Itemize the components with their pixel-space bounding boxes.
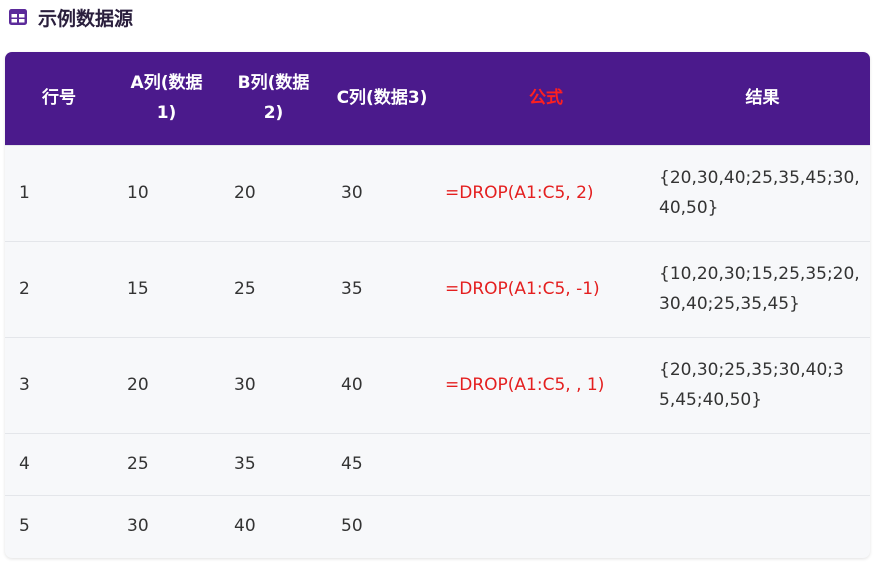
cell-c: 40: [341, 375, 363, 395]
header-column-a: A列(数据1): [130, 73, 203, 124]
cell-b: 30: [234, 375, 256, 395]
cell-formula: =DROP(A1:C5, , 1): [445, 375, 605, 395]
cell-c: 50: [341, 516, 363, 537]
data-table-card: 行号 A列(数据1) B列(数据2) C列(数据3) 公式 结果 1 10 20…: [5, 52, 870, 558]
header-column-c: C列(数据3): [336, 88, 428, 109]
cell-b: 35: [234, 454, 256, 474]
table-header-row: 行号 A列(数据1) B列(数据2) C列(数据3) 公式 结果: [5, 52, 870, 145]
cell-row-number: 5: [19, 516, 30, 537]
cell-row-number: 1: [19, 183, 30, 203]
cell-c: 35: [341, 279, 363, 299]
cell-formula: [437, 433, 655, 495]
data-table: 行号 A列(数据1) B列(数据2) C列(数据3) 公式 结果 1 10 20…: [5, 52, 870, 557]
header-column-b: B列(数据2): [237, 73, 310, 124]
cell-row-number: 3: [19, 375, 30, 395]
table-row: 3 20 30 40 =DROP(A1:C5, , 1) {20,30;25,3…: [5, 337, 870, 433]
cell-b: 25: [234, 279, 256, 299]
cell-a: 20: [127, 375, 149, 395]
cell-b: 20: [234, 183, 256, 203]
cell-formula: =DROP(A1:C5, -1): [445, 279, 600, 299]
cell-row-number: 2: [19, 279, 30, 299]
cell-result: {20,30,40;25,35,45;30,40,50}: [659, 168, 860, 218]
cell-c: 45: [341, 454, 363, 474]
section-title: 示例数据源: [38, 7, 134, 30]
header-formula: 公式: [529, 88, 563, 109]
cell-formula: =DROP(A1:C5, 2): [445, 183, 594, 203]
cell-a: 25: [127, 454, 149, 474]
page: 示例数据源 行号 A列(数据1) B列(数据2) C列(数据3) 公式 结果 1…: [0, 0, 873, 564]
cell-result: {10,20,30;15,25,35;20,30,40;25,35,45}: [659, 264, 860, 314]
cell-a: 10: [127, 183, 149, 203]
section-header: 示例数据源: [8, 2, 133, 32]
cell-a: 15: [127, 279, 149, 299]
cell-c: 30: [341, 183, 363, 203]
cell-result: [655, 495, 870, 557]
table-icon: [8, 8, 28, 26]
table-row: 5 30 40 50: [5, 495, 870, 557]
cell-row-number: 4: [19, 454, 30, 474]
header-row-number: 行号: [42, 88, 76, 109]
cell-result: {20,30;25,35;30,40;35,45;40,50}: [659, 360, 844, 410]
table-row: 4 25 35 45: [5, 433, 870, 495]
cell-formula: [437, 495, 655, 557]
table-row: 2 15 25 35 =DROP(A1:C5, -1) {10,20,30;15…: [5, 241, 870, 337]
header-result: 结果: [745, 88, 780, 109]
cell-a: 30: [127, 516, 149, 537]
table-row: 1 10 20 30 =DROP(A1:C5, 2) {20,30,40;25,…: [5, 145, 870, 241]
cell-b: 40: [234, 516, 256, 537]
cell-result: [655, 433, 870, 495]
